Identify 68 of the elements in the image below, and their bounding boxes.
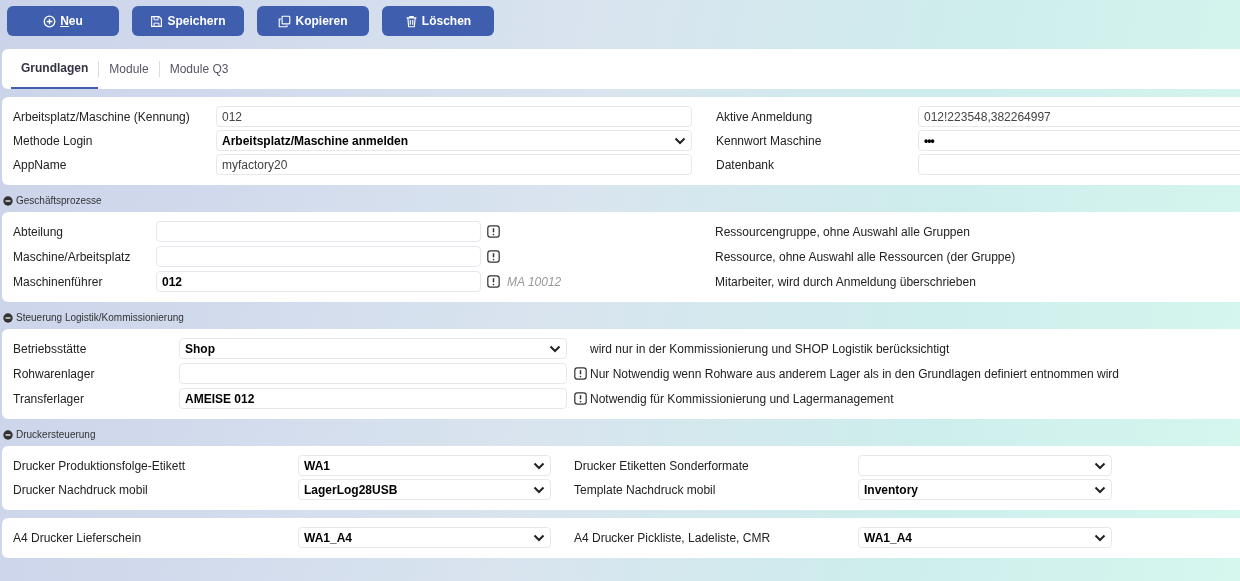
collapse-icon[interactable] — [3, 430, 13, 440]
select-field[interactable]: WA1_A4 — [298, 527, 551, 548]
input-field[interactable]: 012!223548,382264997 — [918, 106, 1240, 127]
field-label: A4 Drucker Lieferschein — [13, 529, 143, 547]
field-label: Transferlager — [13, 390, 85, 408]
input-field[interactable] — [179, 363, 567, 384]
chevron-down-icon — [674, 136, 686, 145]
field-label: Template Nachdruck mobil — [574, 481, 717, 499]
collapse-icon[interactable] — [3, 196, 13, 206]
copy-icon — [278, 14, 292, 28]
field-label: Datenbank — [716, 156, 776, 174]
select-field[interactable] — [858, 455, 1112, 476]
toolbar-button[interactable]: Löschen — [382, 6, 494, 36]
tab[interactable]: Module — [99, 49, 159, 89]
input-field[interactable] — [156, 246, 481, 267]
input-field[interactable]: AMEISE 012 — [179, 388, 567, 409]
tab[interactable]: Module Q3 — [159, 49, 239, 89]
chevron-down-icon — [1094, 533, 1106, 542]
field-label: Kennwort Maschine — [716, 132, 823, 150]
chevron-down-icon — [533, 533, 545, 542]
toolbar-button[interactable]: Kopieren — [257, 6, 369, 36]
description-text: Ressourcengruppe, ohne Auswahl alle Gruppen — [715, 223, 971, 241]
trash-icon — [404, 14, 418, 28]
field-label: Drucker Etiketten Sonderformate — [574, 457, 750, 475]
toolbar-button[interactable]: Speichern — [132, 6, 244, 36]
field-label: Maschinenführer — [13, 273, 104, 291]
collapse-icon[interactable] — [3, 313, 13, 323]
toolbar-button[interactable]: Neu — [7, 6, 119, 36]
section-title: Druckersteuerung — [16, 429, 96, 441]
chevron-down-icon — [549, 344, 561, 353]
add-icon — [43, 14, 57, 28]
chevron-down-icon — [533, 461, 545, 470]
input-field[interactable]: 012 — [216, 106, 692, 127]
save-icon — [150, 14, 164, 28]
input-field[interactable] — [156, 221, 481, 242]
select-field[interactable]: LagerLog28USB — [298, 479, 551, 500]
select-field[interactable]: Inventory — [858, 479, 1112, 500]
input-field[interactable] — [918, 154, 1240, 175]
field-label: Arbeitsplatz/Maschine (Kennung) — [13, 108, 191, 126]
field-label: AppName — [13, 156, 68, 174]
chevron-down-icon — [1094, 485, 1106, 494]
description-text: Ressource, ohne Auswahl alle Ressourcen (der Gruppe) — [715, 248, 1017, 266]
password-field[interactable]: ••• — [918, 130, 1240, 151]
chevron-down-icon — [533, 485, 545, 494]
select-field[interactable]: WA1_A4 — [858, 527, 1112, 548]
field-label: Betriebsstätte — [13, 340, 88, 358]
field-label: Maschine/Arbeitsplatz — [13, 248, 132, 266]
description-text: wird nur in der Kommissionierung und SHOP Logistik berücksichtigt — [590, 340, 951, 358]
field-label: Methode Login — [13, 132, 94, 150]
select-field[interactable]: Shop — [179, 338, 567, 359]
description-text: Notwendig für Kommissionierung und Lagermanagement — [590, 390, 895, 408]
field-label: Drucker Produktionsfolge-Etikett — [13, 457, 187, 475]
chevron-down-icon — [1094, 461, 1106, 470]
description-text: Nur Notwendig wenn Rohware aus anderem Lager als in den Grundlagen definiert entnommen wird — [590, 365, 1120, 383]
field-label: Aktive Anmeldung — [716, 108, 814, 126]
section-title: Steuerung Logistik/Kommissionierung — [16, 312, 184, 324]
hint-text: MA 10012 — [506, 273, 563, 291]
input-field[interactable]: 012 — [156, 271, 481, 292]
section-title: Geschäftsprozesse — [16, 195, 102, 207]
tab[interactable]: Grundlagen — [11, 49, 99, 89]
select-field[interactable]: Arbeitsplatz/Maschine anmelden — [216, 130, 692, 151]
field-label: A4 Drucker Pickliste, Ladeliste, CMR — [574, 529, 772, 547]
description-text: Mitarbeiter, wird durch Anmeldung überschrieben — [715, 273, 977, 291]
field-label: Rohwarenlager — [13, 365, 96, 383]
field-label: Abteilung — [13, 223, 65, 241]
field-label: Drucker Nachdruck mobil — [13, 481, 149, 499]
select-field[interactable]: WA1 — [298, 455, 551, 476]
input-field[interactable]: myfactory20 — [216, 154, 692, 175]
